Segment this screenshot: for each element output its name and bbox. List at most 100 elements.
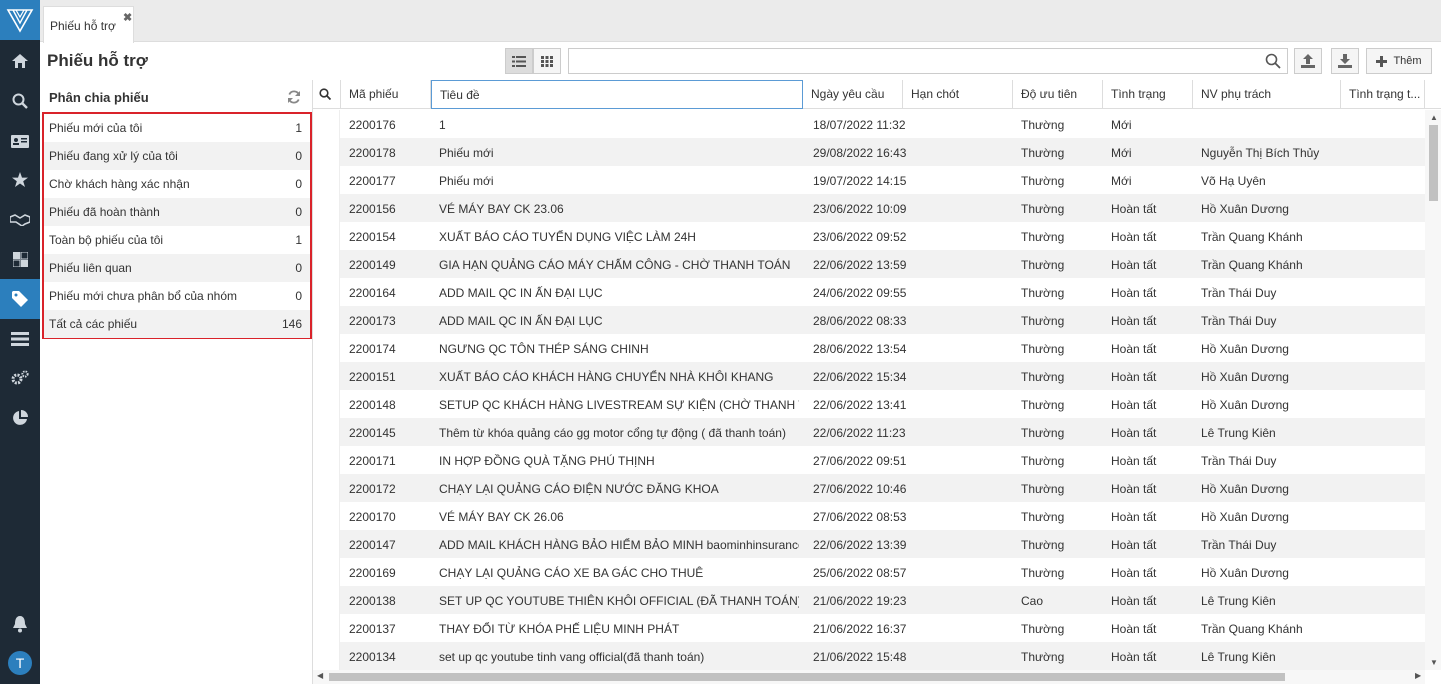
logo-icon[interactable] bbox=[0, 0, 40, 40]
tab-phieu-ho-tro[interactable]: Phiếu hỗ trợ ✖ bbox=[43, 6, 134, 43]
row-selector[interactable] bbox=[313, 474, 340, 502]
category-item[interactable]: Phiếu mới chưa phân bổ của nhóm 0 bbox=[44, 282, 310, 310]
search-icon[interactable] bbox=[0, 81, 40, 121]
table-row[interactable]: 2200147 ADD MAIL KHÁCH HÀNG BẢO HIỂM BẢO … bbox=[313, 530, 1425, 558]
scroll-up-icon[interactable]: ▲ bbox=[1430, 113, 1438, 122]
horizontal-scroll-thumb[interactable] bbox=[329, 673, 1285, 681]
column-header-tinh-trang[interactable]: Tình trạng bbox=[1103, 80, 1193, 109]
upload-button[interactable] bbox=[1294, 48, 1322, 74]
category-item[interactable]: Tất cả các phiếu 146 bbox=[44, 310, 310, 338]
table-row[interactable]: 2200177 Phiếu mới 19/07/2022 14:15 Thường Mớ… bbox=[313, 166, 1425, 194]
column-search-cell[interactable] bbox=[313, 80, 341, 109]
table-row[interactable]: 2200172 CHẠY LẠI QUẢNG CÁO ĐIỆN NƯỚC ĐĂNG… bbox=[313, 474, 1425, 502]
contact-card-icon[interactable] bbox=[0, 121, 40, 161]
table-row[interactable]: 2200178 Phiếu mới 29/08/2022 16:43 Thường Mớ… bbox=[313, 138, 1425, 166]
row-selector[interactable] bbox=[313, 530, 340, 558]
scroll-right-icon[interactable]: ▶ bbox=[1415, 671, 1421, 680]
category-item[interactable]: Phiếu đã hoàn thành 0 bbox=[44, 198, 310, 226]
table-row[interactable]: 2200171 IN HỢP ĐỒNG QUÀ TẶNG PHÚ THỊNH 27/… bbox=[313, 446, 1425, 474]
column-header-do-uu-tien[interactable]: Độ ưu tiên bbox=[1013, 80, 1103, 109]
row-selector[interactable] bbox=[313, 194, 340, 222]
row-selector[interactable] bbox=[313, 390, 340, 418]
row-selector[interactable] bbox=[313, 502, 340, 530]
table-row[interactable]: 2200137 THAY ĐỔI TỪ KHÓA PHẾ LIỆU MINH PH… bbox=[313, 614, 1425, 642]
add-button[interactable]: Thêm bbox=[1366, 48, 1432, 74]
close-tab-icon[interactable]: ✖ bbox=[123, 11, 132, 24]
category-item[interactable]: Phiếu đang xử lý của tôi 0 bbox=[44, 142, 310, 170]
handshake-icon[interactable] bbox=[0, 200, 40, 240]
cell-do-uu-tien: Thường bbox=[1021, 510, 1065, 524]
row-selector[interactable] bbox=[313, 250, 340, 278]
row-selector[interactable] bbox=[313, 586, 340, 614]
cell-ngay-yeu-cau: 27/06/2022 10:46 bbox=[813, 482, 907, 496]
row-selector[interactable] bbox=[313, 362, 340, 390]
cell-tinh-trang: Hoàn tất bbox=[1111, 538, 1157, 552]
home-icon[interactable] bbox=[0, 41, 40, 81]
category-item[interactable]: Phiếu liên quan 0 bbox=[44, 254, 310, 282]
table-row[interactable]: 2200176 1 18/07/2022 11:32 Thường Mới bbox=[313, 110, 1425, 138]
column-header-ngay-yeu-cau[interactable]: Ngày yêu cầu bbox=[803, 80, 903, 109]
column-header-tieu-de[interactable]: Tiêu đề bbox=[431, 80, 803, 109]
table-row[interactable]: 2200151 XUẤT BÁO CÁO KHÁCH HÀNG CHUYỂN NH… bbox=[313, 362, 1425, 390]
search-icon[interactable] bbox=[1265, 53, 1281, 69]
list-view-button[interactable] bbox=[505, 48, 533, 74]
cell-do-uu-tien: Thường bbox=[1021, 258, 1065, 272]
column-header-tinh-trang-t[interactable]: Tình trạng t... bbox=[1341, 80, 1425, 109]
row-selector[interactable] bbox=[313, 446, 340, 474]
table-row[interactable]: 2200148 SETUP QC KHÁCH HÀNG LIVESTREAM SỰ… bbox=[313, 390, 1425, 418]
column-header-han-chot[interactable]: Hạn chót bbox=[903, 80, 1013, 109]
table-row[interactable]: 2200156 VÉ MÁY BAY CK 23.06 23/06/2022 10:… bbox=[313, 194, 1425, 222]
category-item[interactable]: Toàn bộ phiếu của tôi 1 bbox=[44, 226, 310, 254]
download-button[interactable] bbox=[1331, 48, 1359, 74]
grid-view-button[interactable] bbox=[533, 48, 561, 74]
list-icon[interactable] bbox=[0, 319, 40, 359]
search-icon[interactable] bbox=[319, 88, 331, 100]
category-item[interactable]: Chờ khách hàng xác nhận 0 bbox=[44, 170, 310, 198]
row-selector[interactable] bbox=[313, 334, 340, 362]
category-item[interactable]: Phiếu mới của tôi 1 bbox=[44, 114, 310, 142]
table-row[interactable]: 2200149 GIA HẠN QUẢNG CÁO MÁY CHẤM CÔNG -… bbox=[313, 250, 1425, 278]
row-selector[interactable] bbox=[313, 166, 340, 194]
star-icon[interactable] bbox=[0, 160, 40, 200]
row-selector[interactable] bbox=[313, 278, 340, 306]
bell-icon[interactable] bbox=[0, 604, 40, 644]
column-header-ma-phieu[interactable]: Mã phiếu bbox=[341, 80, 431, 109]
search-box bbox=[568, 48, 1288, 74]
table-row[interactable]: 2200134 set up qc youtube tinh vang offic… bbox=[313, 642, 1425, 670]
search-input[interactable] bbox=[569, 49, 1249, 73]
table-row[interactable]: 2200169 CHẠY LẠI QUẢNG CÁO XE BA GÁC CHO … bbox=[313, 558, 1425, 586]
table-row[interactable]: 2200174 NGƯNG QC TÔN THÉP SÁNG CHINH 28/06… bbox=[313, 334, 1425, 362]
row-selector[interactable] bbox=[313, 138, 340, 166]
table-row[interactable]: 2200173 ADD MAIL QC IN ẤN ĐẠI LỤC 28/06/20… bbox=[313, 306, 1425, 334]
row-selector[interactable] bbox=[313, 614, 340, 642]
cell-ngay-yeu-cau: 24/06/2022 09:55 bbox=[813, 286, 907, 300]
avatar[interactable]: T bbox=[8, 651, 32, 675]
vertical-scrollbar[interactable]: ▲ ▼ bbox=[1425, 110, 1441, 670]
cell-ma-phieu: 2200171 bbox=[349, 454, 396, 468]
table-row[interactable]: 2200138 SET UP QC YOUTUBE THIÊN KHÔI OFFI… bbox=[313, 586, 1425, 614]
scroll-left-icon[interactable]: ◀ bbox=[317, 671, 323, 680]
vertical-scroll-thumb[interactable] bbox=[1429, 125, 1438, 201]
table-row[interactable]: 2200154 XUẤT BÁO CÁO TUYỂN DỤNG VIỆC LÀM … bbox=[313, 222, 1425, 250]
column-header-nv-phu-trach[interactable]: NV phụ trách bbox=[1193, 80, 1341, 109]
dashboard-icon[interactable] bbox=[0, 239, 40, 279]
table-row[interactable]: 2200145 Thêm từ khóa quảng cáo gg motor c… bbox=[313, 418, 1425, 446]
cell-ngay-yeu-cau: 25/06/2022 08:57 bbox=[813, 566, 907, 580]
settings-icon[interactable] bbox=[0, 358, 40, 398]
row-selector[interactable] bbox=[313, 418, 340, 446]
row-selector[interactable] bbox=[313, 110, 340, 138]
row-selector[interactable] bbox=[313, 558, 340, 586]
tag-icon[interactable] bbox=[0, 279, 40, 319]
scroll-down-icon[interactable]: ▼ bbox=[1430, 658, 1438, 667]
horizontal-scrollbar[interactable]: ◀ ▶ bbox=[313, 670, 1425, 684]
cell-ngay-yeu-cau: 22/06/2022 13:41 bbox=[813, 398, 907, 412]
table-row[interactable]: 2200164 ADD MAIL QC IN ẤN ĐẠI LỤC 24/06/20… bbox=[313, 278, 1425, 306]
pie-chart-icon[interactable] bbox=[0, 398, 40, 438]
page-title: Phiếu hỗ trợ bbox=[47, 51, 148, 70]
row-selector[interactable] bbox=[313, 222, 340, 250]
refresh-icon[interactable] bbox=[287, 90, 301, 104]
table-row[interactable]: 2200170 VÉ MÁY BAY CK 26.06 27/06/2022 08:… bbox=[313, 502, 1425, 530]
category-count: 146 bbox=[281, 317, 302, 331]
row-selector[interactable] bbox=[313, 306, 340, 334]
row-selector[interactable] bbox=[313, 642, 340, 670]
